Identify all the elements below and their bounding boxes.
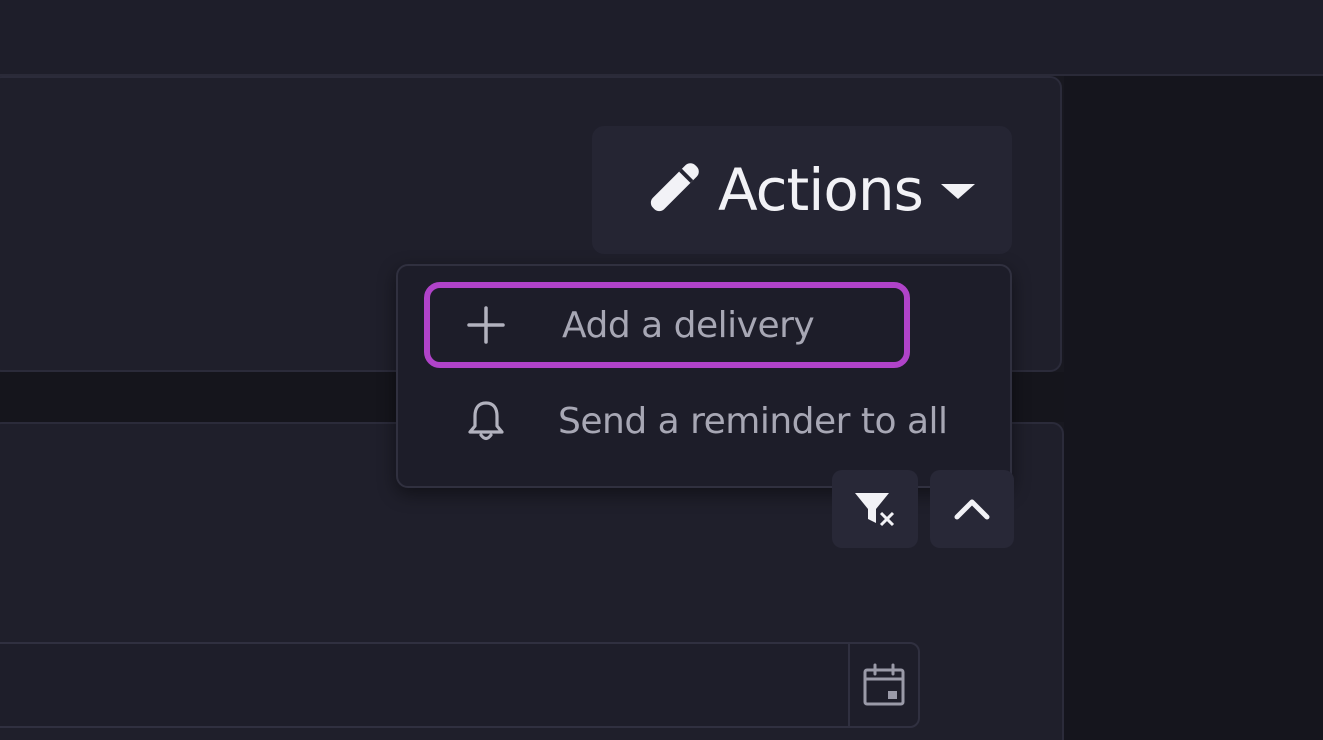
menu-item-send-reminder[interactable]: Send a reminder to all xyxy=(424,378,984,464)
date-picker-button[interactable] xyxy=(848,644,918,726)
actions-dropdown-menu: Add a delivery Send a reminder to all xyxy=(396,264,1012,488)
date-input[interactable] xyxy=(0,644,852,726)
bell-icon xyxy=(468,401,504,441)
clear-filters-button[interactable] xyxy=(832,470,918,548)
chevron-up-icon xyxy=(954,499,990,520)
app-window: Actions Add a delivery Send a reminder t… xyxy=(0,0,1323,740)
menu-item-label: Send a reminder to all xyxy=(558,400,948,442)
clear-filter-icon xyxy=(855,493,895,527)
menu-item-label: Add a delivery xyxy=(562,304,815,346)
top-bar xyxy=(0,0,1323,76)
collapse-panel-button[interactable] xyxy=(930,470,1014,548)
plus-icon xyxy=(467,306,505,344)
menu-item-add-delivery[interactable]: Add a delivery xyxy=(424,282,910,368)
actions-button[interactable]: Actions xyxy=(592,126,1012,254)
calendar-icon xyxy=(863,663,905,706)
date-field xyxy=(0,642,920,728)
actions-button-label: Actions xyxy=(718,156,924,224)
caret-down-icon xyxy=(940,183,975,199)
right-gutter xyxy=(1064,76,1323,740)
pencil-icon xyxy=(650,163,699,212)
